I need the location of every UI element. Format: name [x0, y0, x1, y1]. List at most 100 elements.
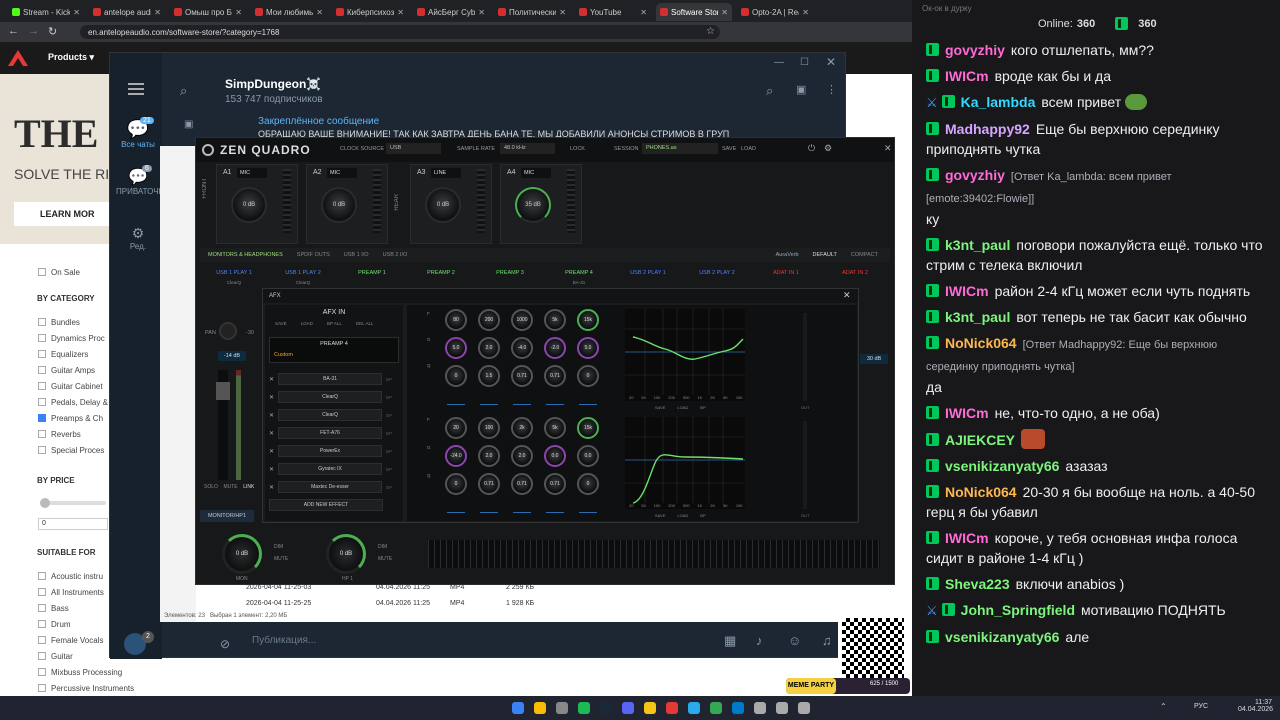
power-icon[interactable]: ⏻ — [808, 143, 815, 154]
mixer-strip-header[interactable]: PREAMP 2 — [407, 266, 475, 280]
mixer-strip-header[interactable]: PREAMP 1 — [338, 266, 406, 280]
gear-icon[interactable]: ⚙ — [824, 143, 832, 154]
fader-track[interactable] — [216, 370, 230, 480]
mixer-strip-header[interactable]: PREAMP 4 — [545, 266, 613, 280]
effect-slot[interactable]: ✕ ClearQ BP — [269, 391, 392, 403]
category-filter[interactable]: Equalizers — [38, 346, 110, 362]
eq-gain-knob[interactable]: -2.0 — [544, 337, 566, 359]
channel-type-select[interactable]: LINE — [431, 168, 461, 178]
emoji-icon[interactable]: ☺ — [788, 633, 801, 648]
filter-shape-icon[interactable] — [480, 397, 498, 405]
browser-tab[interactable]: Политический ✕ — [494, 3, 570, 21]
graph-load[interactable]: LOAD — [677, 405, 688, 410]
eq-freq-knob[interactable]: 15k — [577, 417, 599, 439]
graph-bypass[interactable]: BP — [700, 513, 705, 518]
chrome-icon[interactable] — [534, 702, 546, 714]
mixer-strip-header[interactable]: USB 2 PLAY 2 — [683, 266, 751, 280]
windows-start-icon[interactable] — [512, 702, 524, 714]
browser-tab[interactable]: Омыш про Бу ✕ — [170, 3, 246, 21]
mixer-strip-header[interactable]: USB 1 PLAY 2 — [269, 266, 337, 280]
effect-bypass[interactable]: BP — [386, 467, 392, 472]
chrome-icon[interactable] — [710, 702, 722, 714]
mute-button[interactable]: MUTE — [223, 484, 237, 490]
chat-username[interactable]: govyzhiy — [945, 42, 1005, 58]
eq-gain-knob[interactable]: 0.0 — [544, 445, 566, 467]
effect-slot[interactable]: ✕ PowerEx BP — [269, 445, 392, 457]
category-checkbox[interactable] — [38, 446, 46, 454]
app-icon[interactable] — [754, 702, 766, 714]
eq-q-knob[interactable]: 0 — [577, 473, 599, 495]
tab-usb2-io[interactable]: USB 2 I/O — [383, 252, 408, 258]
hp1-knob[interactable]: 0 dB — [326, 534, 366, 574]
record-icon[interactable] — [666, 702, 678, 714]
effect-slot[interactable]: ✕ Gyratec IX BP — [269, 463, 392, 475]
filter-shape-icon[interactable] — [579, 505, 597, 513]
chat-username[interactable]: k3nt_paul — [945, 237, 1010, 253]
eq-freq-knob[interactable]: 15k — [577, 309, 599, 331]
remove-effect-icon[interactable]: ✕ — [269, 430, 274, 437]
language-indicator[interactable]: РУС — [1194, 703, 1208, 710]
suitable-filter[interactable]: Mixbuss Processing — [38, 664, 122, 680]
more-icon[interactable]: ⋮ — [826, 83, 837, 96]
mon-mute-button[interactable]: MUTE — [274, 556, 288, 562]
close-icon[interactable]: ✕ — [826, 55, 836, 69]
eq-q-knob[interactable]: 0.71 — [544, 365, 566, 387]
message-input[interactable]: Публикация... — [252, 635, 316, 646]
schedule-icon[interactable]: ▦ — [724, 633, 736, 649]
search-icon[interactable]: ⌕ — [180, 83, 187, 99]
category-filter[interactable]: Special Proces — [38, 442, 110, 458]
remove-effect-icon[interactable]: ✕ — [269, 412, 274, 419]
filter-shape-icon[interactable] — [579, 397, 597, 405]
chat-username[interactable]: vsenikizanyaty66 — [945, 629, 1059, 645]
afx-save[interactable]: SAVE — [275, 321, 287, 326]
suitable-checkbox[interactable] — [38, 636, 46, 644]
effect-name[interactable]: FET-A76 — [278, 427, 383, 439]
chat-username[interactable]: IWICm — [945, 405, 989, 421]
category-filter[interactable]: Guitar Cabinet — [38, 378, 110, 394]
effect-bypass[interactable]: BP — [386, 395, 392, 400]
session-save-button[interactable]: SAVE — [722, 146, 736, 152]
pan-knob[interactable] — [219, 322, 237, 340]
bookmark-star-icon[interactable]: ☆ — [706, 26, 715, 37]
preamp-box[interactable]: PREAMP 4 Custom — [269, 337, 399, 363]
default-button[interactable]: DEFAULT — [813, 252, 837, 258]
category-checkbox[interactable] — [38, 366, 46, 374]
eq-q-knob[interactable]: 0 — [445, 365, 467, 387]
gain-knob[interactable]: 0 dB — [425, 187, 461, 223]
category-checkbox[interactable] — [38, 398, 46, 406]
eq-gain-knob[interactable]: -24.0 — [445, 445, 467, 467]
effect-slot[interactable]: ✕ FET-A76 BP — [269, 427, 392, 439]
microphone-icon[interactable]: ♫ — [822, 633, 832, 648]
mixer-strip-header[interactable]: USB 1 PLAY 1 — [200, 266, 268, 280]
browser-tab[interactable]: Stream - Kick D✕ — [8, 3, 84, 21]
eq-gain-knob[interactable]: -4.0 — [511, 337, 533, 359]
file-row[interactable]: 2026-04-04 11-25-03 04.04.2026 11:25 MP4… — [246, 584, 546, 591]
remove-effect-icon[interactable]: ✕ — [269, 466, 274, 473]
browser-tab[interactable]: YouTube ✕ — [575, 3, 651, 21]
menu-icon[interactable] — [128, 83, 144, 85]
eq-q-knob[interactable]: 0.71 — [478, 473, 500, 495]
gain-knob[interactable]: 0 dB — [231, 187, 267, 223]
effect-slot[interactable]: ✕ BA-31 BP — [269, 373, 392, 385]
eq-freq-knob[interactable]: 2k — [511, 417, 533, 439]
effect-name[interactable]: BA-31 — [278, 373, 383, 385]
preset-select[interactable]: Custom — [274, 352, 293, 358]
tray-chevron-icon[interactable]: ⌃ — [1160, 702, 1167, 711]
effect-bypass[interactable]: BP — [386, 413, 392, 418]
eq-freq-knob[interactable]: 5k — [544, 417, 566, 439]
on-sale-checkbox[interactable] — [38, 268, 46, 276]
link-button[interactable]: LINK — [243, 484, 254, 490]
effect-bypass[interactable]: BP — [386, 377, 392, 382]
spotify-icon[interactable] — [578, 702, 590, 714]
tab-close-icon[interactable]: ✕ — [559, 8, 566, 17]
suitable-filter[interactable]: Female Vocals — [38, 632, 110, 648]
eq-gain-knob[interactable]: 2.0 — [478, 337, 500, 359]
suitable-checkbox[interactable] — [38, 604, 46, 612]
maximize-icon[interactable]: ☐ — [800, 57, 809, 68]
suitable-checkbox[interactable] — [38, 588, 46, 596]
filter-shape-icon[interactable] — [447, 397, 465, 405]
filter-shape-icon[interactable] — [513, 397, 531, 405]
chat-username[interactable]: IWICm — [945, 283, 989, 299]
mixer-strip-header[interactable]: USB 2 PLAY 1 — [614, 266, 682, 280]
compact-button[interactable]: COMPACT — [851, 252, 878, 258]
